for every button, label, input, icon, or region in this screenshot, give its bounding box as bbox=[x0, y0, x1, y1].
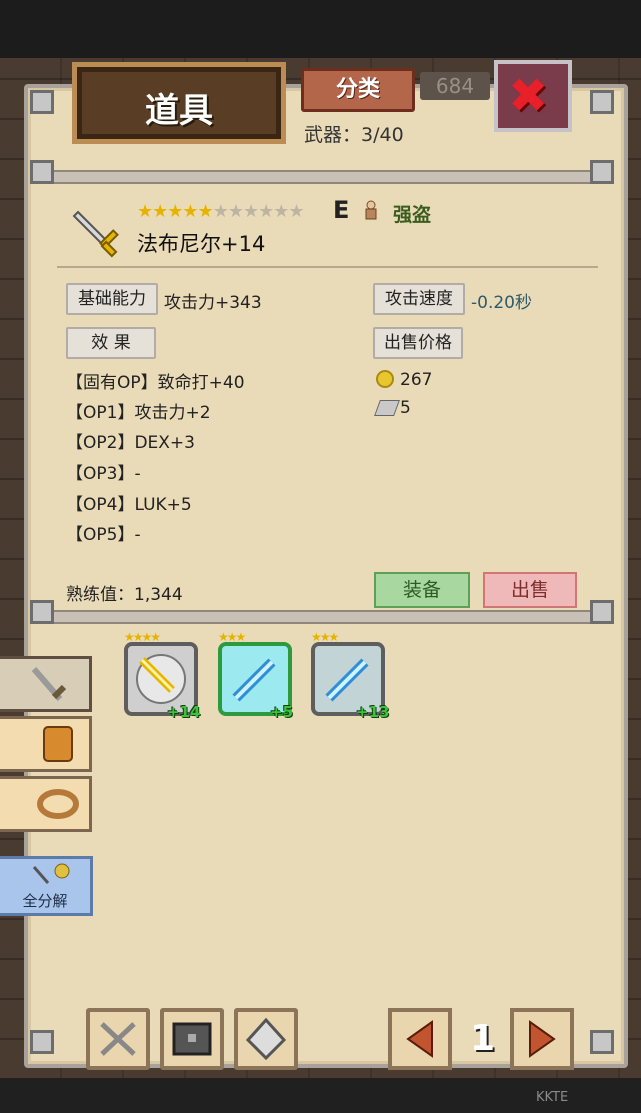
crossed-swords-button[interactable] bbox=[86, 1008, 150, 1070]
chest-button[interactable] bbox=[160, 1008, 224, 1070]
page-number: 1 bbox=[470, 1018, 496, 1059]
effect-tag: 效 果 bbox=[66, 327, 156, 359]
price-ore: 5 bbox=[400, 398, 411, 418]
price-gold: 267 bbox=[400, 370, 433, 390]
option-line: 【OP3】- bbox=[66, 464, 141, 484]
divider-joint bbox=[590, 600, 614, 624]
attack-speed-value: -0.20秒 bbox=[471, 293, 532, 313]
panel-corner bbox=[590, 90, 614, 114]
gold-coin-icon bbox=[376, 370, 394, 388]
class-name: 强盗 bbox=[393, 204, 432, 226]
chest-icon bbox=[172, 1022, 212, 1056]
bandit-class-icon bbox=[365, 200, 377, 220]
tab-accessories[interactable] bbox=[0, 776, 92, 832]
arrow-left-icon bbox=[406, 1020, 433, 1058]
header-divider bbox=[57, 266, 598, 268]
title-plate: 道具 bbox=[72, 62, 286, 144]
item-grade: E bbox=[333, 196, 350, 224]
panel-corner bbox=[590, 1030, 614, 1054]
equip-button[interactable]: 装备 bbox=[374, 572, 470, 608]
option-line: 【固有OP】致命打+40 bbox=[66, 373, 245, 393]
golden-sword-icon bbox=[72, 210, 119, 258]
panel-divider bbox=[32, 170, 612, 184]
close-icon: ✖ bbox=[508, 68, 549, 124]
sell-button[interactable]: 出售 bbox=[483, 572, 577, 608]
disassemble-label: 全分解 bbox=[22, 892, 68, 910]
option-line: 【OP5】- bbox=[66, 525, 141, 545]
tab-armor[interactable] bbox=[0, 716, 92, 772]
divider-joint bbox=[590, 160, 614, 184]
option-line: 【OP2】DEX+3 bbox=[66, 433, 195, 453]
panel-corner bbox=[30, 90, 54, 114]
crossed-swords-icon bbox=[100, 1022, 136, 1056]
background-counter: 684 bbox=[420, 72, 490, 100]
close-button[interactable]: ✖ bbox=[494, 60, 572, 132]
enhance-level: +14 bbox=[167, 703, 201, 721]
previous-page-button[interactable] bbox=[388, 1008, 452, 1070]
disassemble-all-button[interactable]: 全分解 bbox=[0, 856, 93, 916]
sell-price-tag: 出售价格 bbox=[373, 327, 463, 359]
crystal-icon bbox=[245, 1017, 287, 1061]
tab-weapons[interactable] bbox=[0, 656, 92, 712]
rarity-stars: ★★★★★★★★★★★ bbox=[137, 201, 305, 222]
category-button[interactable]: 分类 bbox=[301, 68, 415, 112]
watermark: KKTE bbox=[536, 1090, 569, 1105]
base-stat-tag: 基础能力 bbox=[66, 283, 158, 315]
proficiency: 熟练值：1,344 bbox=[66, 585, 183, 605]
sword-icon bbox=[31, 667, 67, 701]
base-stat-value: 攻击力+343 bbox=[164, 293, 262, 313]
arrow-right-icon bbox=[529, 1020, 556, 1058]
armor-icon bbox=[43, 726, 73, 762]
panel-corner bbox=[30, 1030, 54, 1054]
enhance-level: +5 bbox=[270, 703, 294, 721]
enhance-level: +13 bbox=[356, 703, 390, 721]
hammer-gear-icon bbox=[32, 863, 70, 884]
option-line: 【OP4】LUK+5 bbox=[66, 495, 192, 515]
option-line: 【OP1】攻击力+2 bbox=[66, 403, 211, 423]
attack-speed-tag: 攻击速度 bbox=[373, 283, 465, 315]
divider-joint bbox=[30, 160, 54, 184]
divider-joint bbox=[30, 600, 54, 624]
page-title: 道具 bbox=[145, 91, 213, 131]
item-name: 法布尼尔+14 bbox=[137, 232, 266, 256]
panel-divider bbox=[32, 610, 612, 624]
ring-icon bbox=[37, 789, 79, 819]
next-page-button[interactable] bbox=[510, 1008, 574, 1070]
weapon-count: 武器：3/40 bbox=[304, 124, 404, 146]
crystal-button[interactable] bbox=[234, 1008, 298, 1070]
